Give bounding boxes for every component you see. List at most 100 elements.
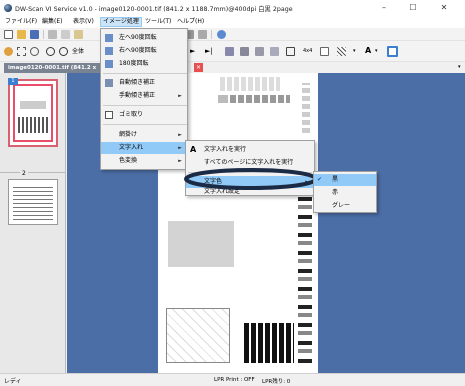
hatch-pattern-icon[interactable] xyxy=(337,47,346,56)
color-submenu: ✔ 黒 赤 グレー xyxy=(313,171,377,213)
grid-size-icon[interactable]: 4x4 xyxy=(303,47,312,56)
menu-rotate-right[interactable]: 右へ90度回転 xyxy=(101,45,187,57)
print-status: LPR Print : OFF xyxy=(214,377,255,383)
next-page-icon[interactable]: ► xyxy=(190,47,195,56)
menu-separator xyxy=(103,105,187,106)
print-preview-icon[interactable] xyxy=(198,30,207,39)
menu-run-text-insert[interactable]: A 文字入れを実行 xyxy=(186,144,314,156)
menu-help[interactable]: ヘルプ(H) xyxy=(175,17,206,27)
rotate-left-icon xyxy=(105,34,113,42)
page-content xyxy=(230,95,290,103)
toolbar-main xyxy=(0,28,465,41)
zoom-in-icon[interactable] xyxy=(46,47,55,56)
copy-icon[interactable] xyxy=(61,30,70,39)
menu-item-label: 右へ90度回転 xyxy=(119,47,157,54)
select-rectangle-icon[interactable] xyxy=(17,47,26,56)
menu-hatching[interactable]: 網掛け ► xyxy=(101,129,187,141)
menu-item-label: 手動傾き補正 xyxy=(119,92,156,99)
lasso-icon[interactable] xyxy=(30,47,39,56)
page-content xyxy=(166,308,230,363)
rotate-tool-icon[interactable] xyxy=(225,47,234,56)
chevron-down-icon[interactable]: ▾ xyxy=(353,47,356,56)
tab-document[interactable]: image0120-0001.tif (841.2 x xyxy=(4,63,112,73)
menu-bar: ファイル(F) 編集(E) 表示(V) イメージ処理 ツール(T) ヘルプ(H) xyxy=(0,16,465,28)
chevron-down-icon[interactable]: ▾ xyxy=(458,64,461,70)
new-file-icon[interactable] xyxy=(4,30,13,39)
thumbnail-page-2[interactable] xyxy=(8,179,58,225)
menu-tools[interactable]: ツール(T) xyxy=(143,17,173,27)
page-content xyxy=(168,221,234,267)
app-window: DW-Scan VI Service v1.0 - image0120-0001… xyxy=(0,0,465,386)
chevron-right-icon: ► xyxy=(178,93,182,99)
toolbar-separator xyxy=(43,30,44,39)
close-tab-icon[interactable]: ✕ xyxy=(194,63,203,72)
menu-item-label: 自動傾き補正 xyxy=(119,79,156,86)
menu-rotate-180[interactable]: 180度回転 xyxy=(101,58,187,70)
text-tool-icon[interactable]: A xyxy=(365,46,371,55)
dropdown-icon[interactable] xyxy=(320,47,329,56)
close-button[interactable]: ✕ xyxy=(434,2,454,14)
page-tool-icon[interactable] xyxy=(240,47,249,56)
status-bar: レディ LPR Print : OFF LPR残り: 0 xyxy=(0,373,465,386)
tab-bar: image0120-0001.tif (841.2 x ▾ xyxy=(0,62,465,73)
save-icon[interactable] xyxy=(30,30,39,39)
page-content xyxy=(220,77,280,91)
thumbnail-content xyxy=(13,84,53,142)
menu-edit[interactable]: 編集(E) xyxy=(40,17,64,27)
despeckle-icon xyxy=(105,111,113,119)
menu-item-label: 文字入れ xyxy=(119,144,144,151)
minimize-button[interactable]: – xyxy=(374,2,394,14)
thumbnail-content xyxy=(13,184,53,220)
thumbnail-pane: 1 2 xyxy=(0,73,66,373)
toolbar-view: 全体 ► ►| 4x4 ▾ A ▾ xyxy=(0,41,465,62)
zoom-fit-button[interactable]: 全体 xyxy=(72,47,84,56)
page-content xyxy=(244,323,294,363)
zoom-out-icon[interactable] xyxy=(59,47,68,56)
text-a-icon: A xyxy=(190,145,197,154)
menu-manual-deskew[interactable]: 手動傾き補正 ► xyxy=(101,90,187,102)
frame-tool-icon[interactable] xyxy=(387,46,398,57)
chevron-down-icon[interactable]: ▾ xyxy=(375,47,378,56)
menu-rotate-left[interactable]: 左へ90度回転 xyxy=(101,32,187,44)
paste-icon[interactable] xyxy=(74,30,83,39)
menu-item-label: ゴミ取り xyxy=(119,111,144,118)
toolbar-separator xyxy=(211,30,212,39)
help-icon[interactable] xyxy=(217,30,226,39)
page-number-label: 2 xyxy=(20,170,28,177)
menu-color-red[interactable]: 赤 xyxy=(314,187,376,199)
status-ready: レディ xyxy=(4,378,22,385)
menu-item-label: 色変換 xyxy=(119,157,138,164)
rotate-180-icon xyxy=(105,60,113,68)
cut-icon[interactable] xyxy=(48,30,57,39)
menu-item-label: 180度回転 xyxy=(119,60,149,67)
menu-item-label: グレー xyxy=(332,202,351,209)
menu-despeckle[interactable]: ゴミ取り xyxy=(101,109,187,121)
window-title: DW-Scan VI Service v1.0 - image0120-0001… xyxy=(15,6,293,13)
chevron-right-icon: ► xyxy=(178,132,182,138)
menu-file[interactable]: ファイル(F) xyxy=(3,17,39,27)
thumbnail-content xyxy=(20,101,46,109)
title-bar: DW-Scan VI Service v1.0 - image0120-0001… xyxy=(0,0,465,16)
last-page-icon[interactable]: ►| xyxy=(205,47,213,56)
thumbnail-page-1[interactable] xyxy=(8,79,58,147)
menu-color-convert[interactable]: 色変換 ► xyxy=(101,155,187,167)
open-folder-icon[interactable] xyxy=(17,30,26,39)
hand-tool-icon[interactable] xyxy=(4,47,13,56)
app-logo-icon xyxy=(4,4,12,12)
page-number-badge: 1 xyxy=(8,78,18,85)
menu-color-black[interactable]: ✔ 黒 xyxy=(314,174,376,186)
menu-color-gray[interactable]: グレー xyxy=(314,200,376,212)
menu-view[interactable]: 表示(V) xyxy=(71,17,96,27)
menu-insert-text[interactable]: 文字入れ ► xyxy=(101,142,187,154)
page-tool-icon-3[interactable] xyxy=(270,47,279,56)
menu-auto-deskew[interactable]: 自動傾き補正 xyxy=(101,77,187,89)
page-content xyxy=(218,95,228,103)
chevron-right-icon: ► xyxy=(178,158,182,164)
highlight-ellipse xyxy=(184,168,318,190)
menu-image-processing[interactable]: イメージ処理 xyxy=(100,17,142,27)
page-tool-icon-2[interactable] xyxy=(255,47,264,56)
deskew-icon xyxy=(105,79,113,87)
menu-item-label: 赤 xyxy=(332,189,339,196)
crop-icon[interactable] xyxy=(286,47,295,56)
maximize-button[interactable]: ☐ xyxy=(403,2,423,14)
